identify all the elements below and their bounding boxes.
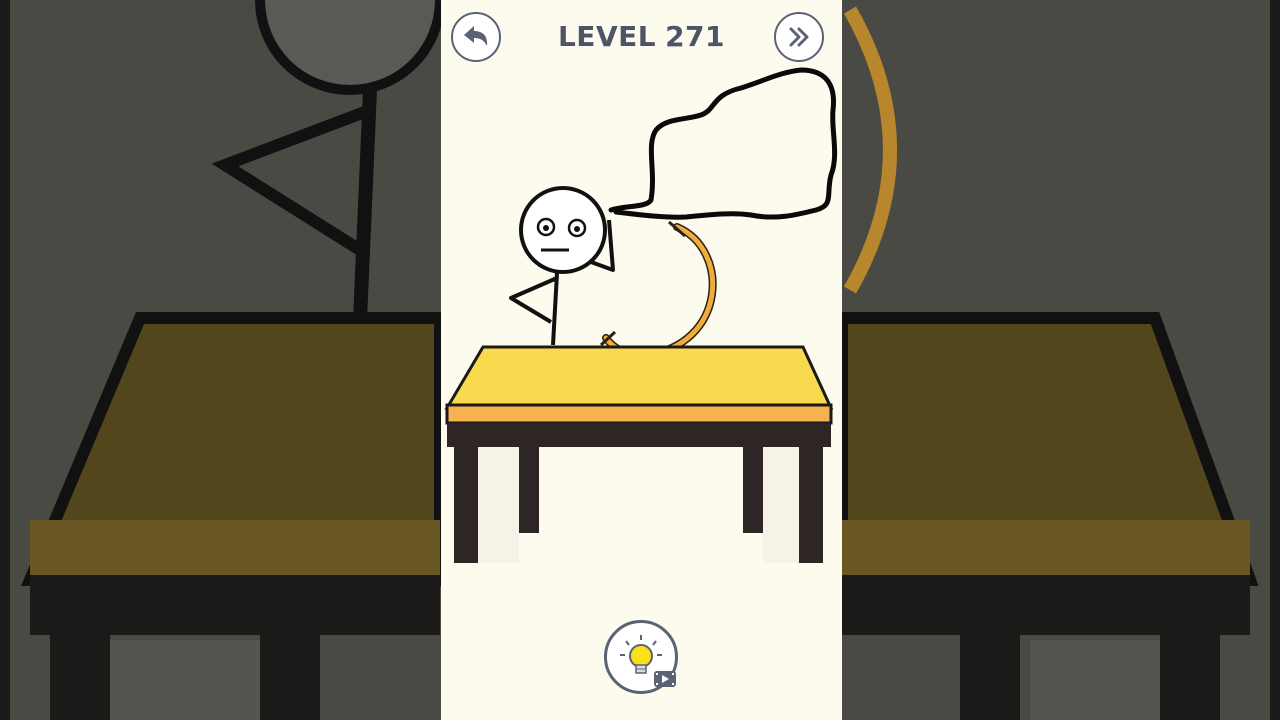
game-screen: LEVEL 271 bbox=[441, 0, 842, 720]
level-title: LEVEL 271 bbox=[531, 14, 752, 58]
table bbox=[444, 345, 834, 563]
back-button[interactable] bbox=[451, 12, 501, 62]
level-scene bbox=[444, 67, 838, 563]
curved-back-arrow-icon bbox=[464, 26, 488, 46]
double-chevron-right-icon bbox=[789, 27, 809, 47]
level-number: 271 bbox=[665, 19, 726, 53]
video-ad-icon bbox=[654, 671, 676, 687]
skip-level-button[interactable] bbox=[774, 12, 824, 62]
stickman bbox=[509, 186, 615, 346]
level-prefix: LEVEL bbox=[557, 19, 657, 53]
drawn-cloud-line bbox=[608, 67, 838, 220]
hint-button[interactable] bbox=[604, 620, 678, 694]
